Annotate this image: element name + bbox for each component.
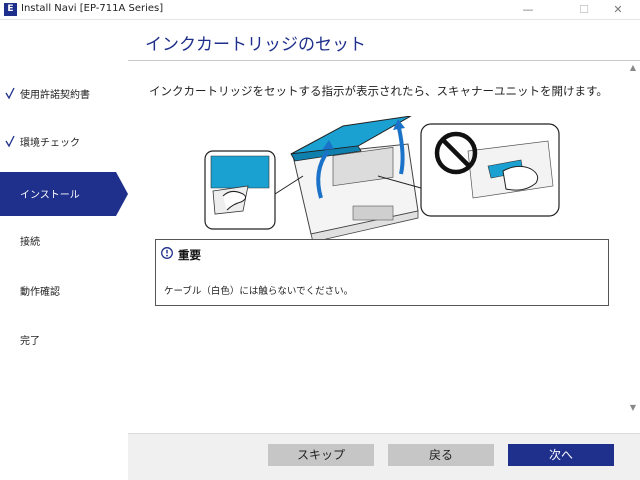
checkmark-icon [5, 135, 15, 148]
important-info-icon [161, 247, 173, 259]
footer-bar: スキップ 戻る 次へ [128, 433, 640, 480]
step-operation-check: 動作確認 [0, 269, 128, 313]
step-label: 接続 [20, 237, 40, 248]
checkmark-icon [5, 87, 15, 100]
main-content: インクカートリッジをセットする指示が表示されたら、スキャナーユニットを開けます。 [128, 61, 625, 433]
notice-text: ケーブル（白色）には触らないでください。 [164, 286, 354, 297]
close-button[interactable]: ✕ [596, 0, 640, 19]
title-bar: E Install Navi [EP-711A Series] — ☐ ✕ [0, 0, 640, 20]
step-label: 動作確認 [20, 287, 60, 298]
step-connection: 接続 [0, 219, 128, 263]
step-label: 環境チェック [20, 138, 80, 149]
scroll-down-arrow-icon[interactable]: ▼ [628, 403, 638, 413]
page-title: インクカートリッジのセット [145, 35, 366, 55]
step-label: 使用許諾契約書 [20, 90, 90, 101]
skip-button[interactable]: スキップ [268, 444, 374, 466]
step-license-agreement: 使用許諾契約書 [0, 72, 128, 116]
step-sidebar: 使用許諾契約書 環境チェック インストール 接続 動作確認 完了 [0, 20, 128, 479]
step-label: インストール [20, 190, 80, 201]
important-notice: 重要 ケーブル（白色）には触らないでください。 [155, 239, 609, 306]
window-title: Install Navi [EP-711A Series] [21, 3, 164, 14]
step-environment-check: 環境チェック [0, 120, 128, 164]
back-button[interactable]: 戻る [388, 444, 494, 466]
next-button[interactable]: 次へ [508, 444, 614, 466]
minimize-button[interactable]: — [506, 0, 550, 19]
scroll-up-arrow-icon[interactable]: ▲ [628, 63, 638, 73]
notice-title: 重要 [178, 248, 201, 262]
app-icon: E [4, 3, 17, 16]
instruction-text: インクカートリッジをセットする指示が表示されたら、スキャナーユニットを開けます。 [149, 84, 608, 98]
step-install: インストール [0, 172, 128, 216]
vertical-scrollbar[interactable]: ▲ ▼ [625, 61, 640, 433]
printer-illustration [204, 116, 560, 241]
step-complete: 完了 [0, 318, 128, 362]
step-label: 完了 [20, 336, 40, 347]
